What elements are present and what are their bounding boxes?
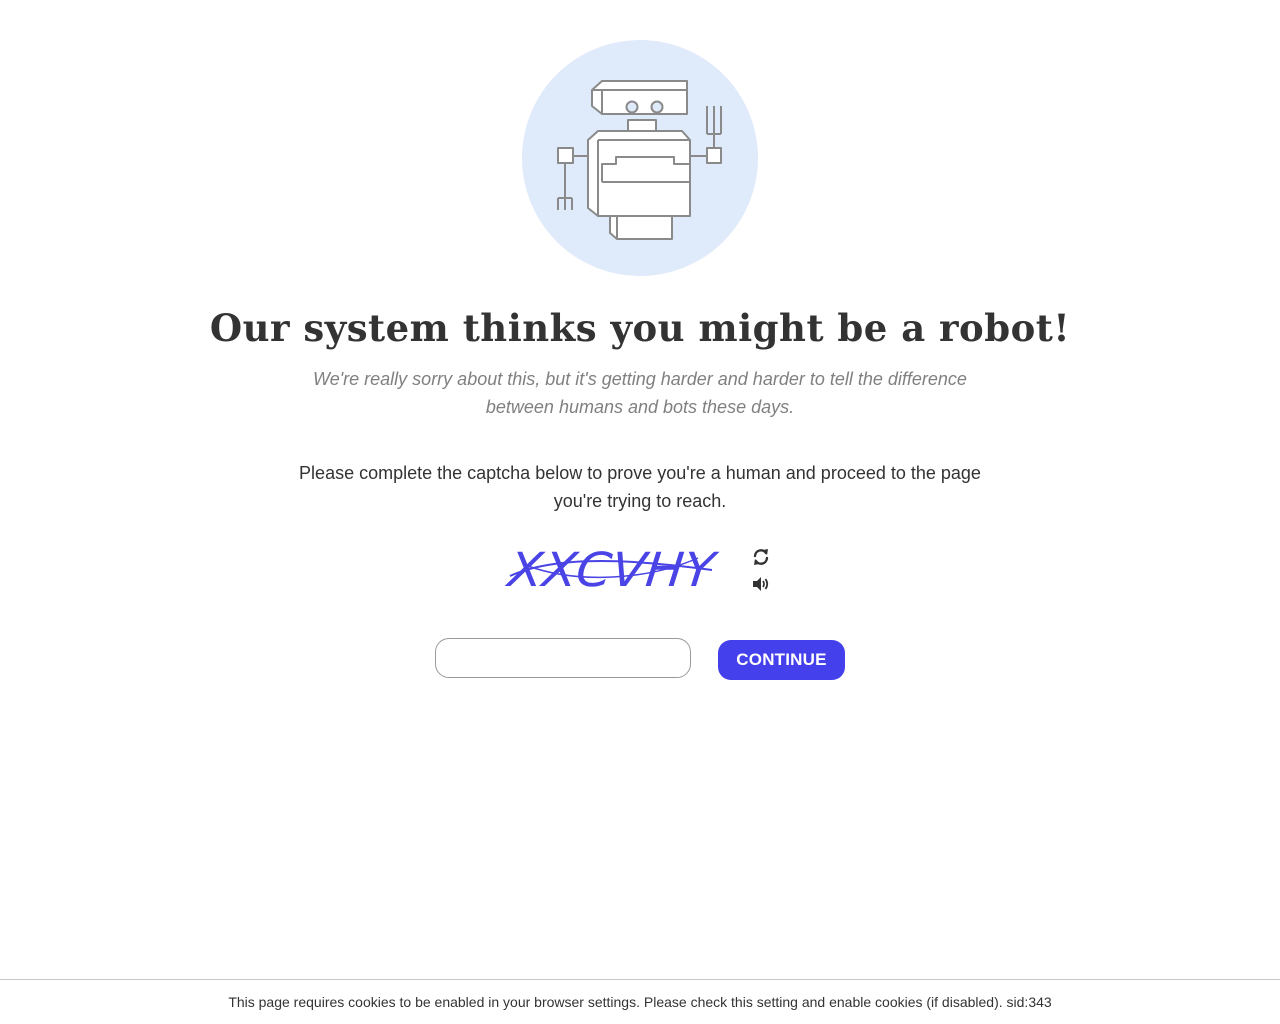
footer-divider	[0, 979, 1280, 980]
captcha-answer-input[interactable]	[435, 638, 691, 678]
page-title: Our system thinks you might be a robot!	[209, 306, 1071, 350]
captcha-page: Our system thinks you might be a robot! …	[0, 0, 1280, 1024]
continue-button[interactable]: CONTINUE	[718, 640, 845, 680]
robot-illustration	[522, 40, 758, 276]
captcha-image: XXCVHY	[502, 543, 720, 598]
speaker-icon	[753, 577, 769, 591]
refresh-icon	[753, 549, 769, 565]
captcha-text: XXCVHY	[502, 543, 720, 598]
cookie-notice-footer: This page requires cookies to be enabled…	[228, 994, 1052, 1010]
captcha-instructions: Please complete the captcha below to pro…	[299, 463, 981, 511]
apology-subtitle: We're really sorry about this, but it's …	[313, 369, 967, 417]
audio-captcha-button[interactable]	[750, 574, 772, 594]
robot-icon	[557, 80, 722, 240]
refresh-captcha-button[interactable]	[750, 547, 772, 567]
